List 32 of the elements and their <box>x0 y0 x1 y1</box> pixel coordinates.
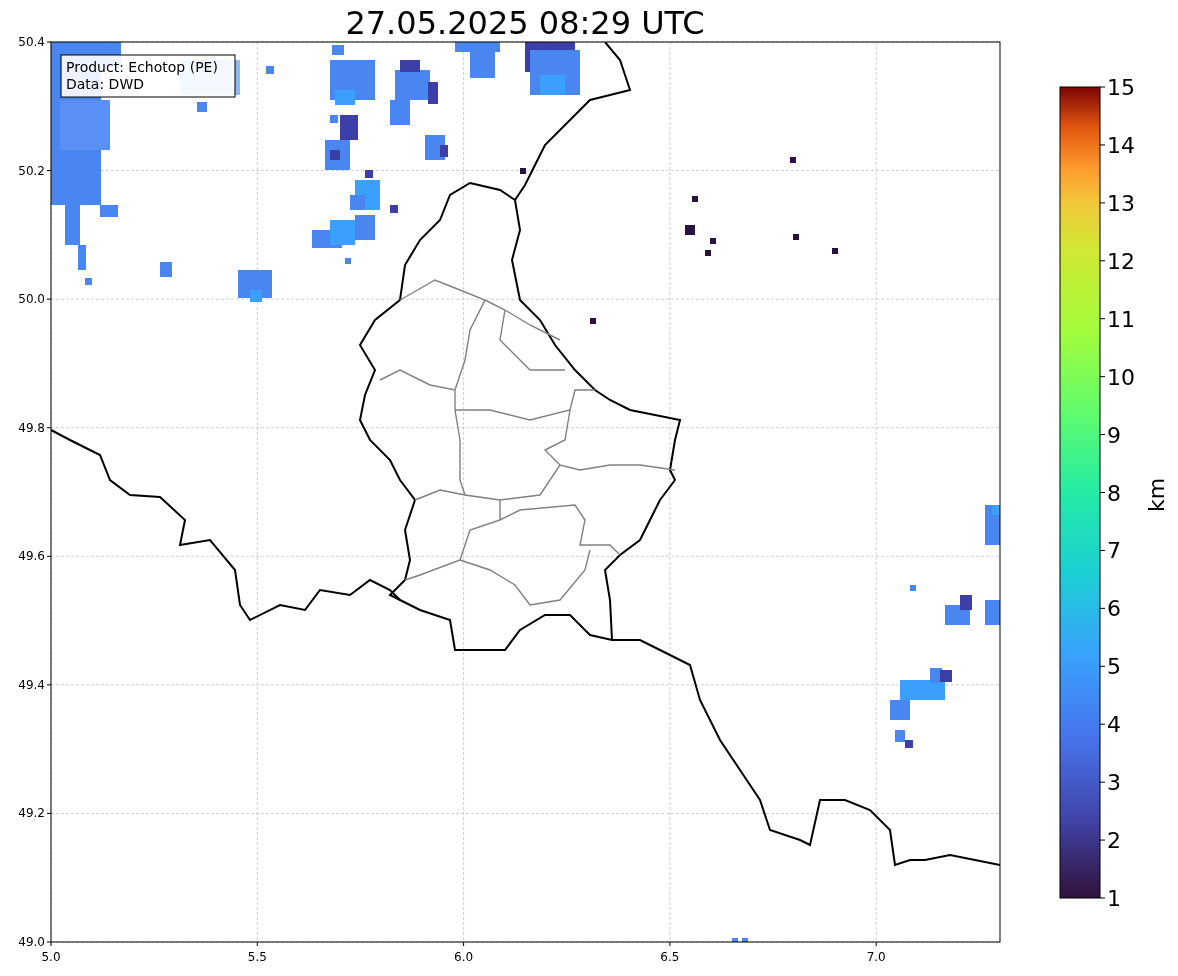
scale-tick-label: 5 <box>1107 654 1121 680</box>
axis-tick-label: 49.2 <box>18 806 45 821</box>
scale-tick-label: 8 <box>1107 480 1121 506</box>
scale-tick-label: 15 <box>1107 75 1135 100</box>
scale-tick-label: 4 <box>1107 712 1121 738</box>
axis-tick-label: 50.2 <box>18 163 45 178</box>
scale-tick-label: 6 <box>1107 596 1121 622</box>
scale-tick-label: 10 <box>1107 364 1135 390</box>
legend-text: Data: DWD <box>66 76 144 92</box>
axis-tick-label: 49.6 <box>18 549 45 564</box>
axis-tick-label: 6.0 <box>454 950 474 964</box>
axis-tick-label: 5.5 <box>247 950 267 964</box>
axis-tick-label: 49.8 <box>18 420 45 435</box>
scale-tick-label: 3 <box>1107 770 1121 796</box>
axis-tick-label: 50.0 <box>18 292 45 307</box>
axis-tick-label: 6.5 <box>660 950 680 964</box>
axis-tick-label: 50.4 <box>18 35 45 49</box>
axis-tick-label: 5.0 <box>41 950 61 964</box>
scale-tick-label: 12 <box>1107 248 1135 274</box>
scale-tick-label: 1 <box>1107 886 1121 911</box>
scale-tick-label: 2 <box>1107 828 1121 854</box>
chart-title: 27.05.2025 08:29 UTC <box>345 4 705 42</box>
legend-text: Product: Echotop (PE) <box>66 59 218 75</box>
axis-tick-label: 49.4 <box>18 677 45 692</box>
scale-tick-label: 9 <box>1107 422 1121 448</box>
scale-tick-label: 7 <box>1107 538 1121 564</box>
scale-tick-label: 14 <box>1107 132 1135 158</box>
axis-tick-label: 7.0 <box>866 950 886 964</box>
axis-tick-label: 49.0 <box>18 935 45 949</box>
scale-tick-label: 11 <box>1107 306 1135 332</box>
scale-tick-label: 13 <box>1107 190 1135 216</box>
scale-label: km <box>1144 477 1169 513</box>
